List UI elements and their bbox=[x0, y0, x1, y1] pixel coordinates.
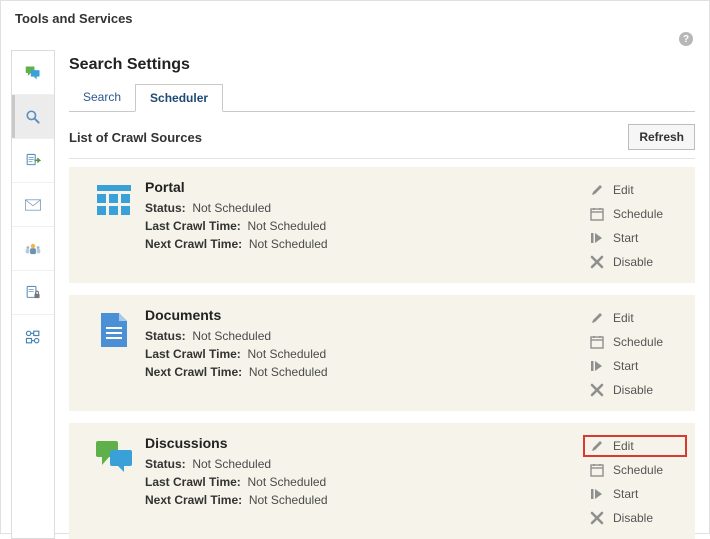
last-crawl-label: Last Crawl Time: bbox=[145, 347, 241, 361]
sidebar-item-search[interactable] bbox=[12, 95, 54, 139]
help-icon[interactable]: ? bbox=[679, 32, 693, 46]
divider bbox=[69, 158, 695, 159]
workflow-icon bbox=[25, 329, 41, 345]
schedule-action[interactable]: Schedule bbox=[585, 205, 685, 223]
schedule-icon bbox=[589, 206, 605, 222]
edit-label: Edit bbox=[613, 311, 634, 325]
disable-icon bbox=[589, 510, 605, 526]
sidebar-item-page-lock[interactable] bbox=[12, 271, 54, 315]
schedule-label: Schedule bbox=[613, 463, 663, 477]
edit-action[interactable]: Edit bbox=[585, 437, 685, 455]
refresh-button[interactable]: Refresh bbox=[628, 124, 695, 150]
pencil-icon bbox=[589, 310, 605, 326]
start-action[interactable]: Start bbox=[585, 229, 685, 247]
disable-label: Disable bbox=[613, 255, 653, 269]
tab-search[interactable]: Search bbox=[69, 84, 135, 111]
edit-label: Edit bbox=[613, 439, 634, 453]
source-name: Portal bbox=[145, 179, 585, 199]
start-label: Start bbox=[613, 231, 638, 245]
sidebar-item-mail[interactable] bbox=[12, 183, 54, 227]
document-export-icon bbox=[25, 153, 41, 169]
status-label: Status: bbox=[145, 329, 186, 343]
schedule-label: Schedule bbox=[613, 335, 663, 349]
next-crawl-value: Not Scheduled bbox=[249, 493, 328, 507]
start-label: Start bbox=[613, 359, 638, 373]
disable-icon bbox=[589, 382, 605, 398]
schedule-action[interactable]: Schedule bbox=[585, 461, 685, 479]
status-value: Not Scheduled bbox=[192, 457, 271, 471]
pencil-icon bbox=[589, 182, 605, 198]
sidebar-item-export[interactable] bbox=[12, 139, 54, 183]
edit-action[interactable]: Edit bbox=[585, 181, 685, 199]
search-icon bbox=[25, 109, 41, 125]
status-label: Status: bbox=[145, 201, 186, 215]
status-value: Not Scheduled bbox=[192, 201, 271, 215]
next-crawl-label: Next Crawl Time: bbox=[145, 493, 242, 507]
start-icon bbox=[589, 486, 605, 502]
page-lock-icon bbox=[25, 285, 41, 301]
crawl-source-card: Documents Status: Not Scheduled Last Cra… bbox=[69, 295, 695, 411]
sidebar-item-discussions[interactable] bbox=[12, 51, 54, 95]
status-label: Status: bbox=[145, 457, 186, 471]
crawl-source-card: Portal Status: Not Scheduled Last Crawl … bbox=[69, 167, 695, 283]
next-crawl-label: Next Crawl Time: bbox=[145, 365, 242, 379]
disable-action[interactable]: Disable bbox=[585, 381, 685, 399]
start-icon bbox=[589, 230, 605, 246]
source-name: Discussions bbox=[145, 435, 585, 455]
next-crawl-value: Not Scheduled bbox=[249, 365, 328, 379]
disable-label: Disable bbox=[613, 383, 653, 397]
mail-icon bbox=[25, 197, 41, 213]
edit-action[interactable]: Edit bbox=[585, 309, 685, 327]
start-action[interactable]: Start bbox=[585, 357, 685, 375]
source-name: Documents bbox=[145, 307, 585, 327]
edit-label: Edit bbox=[613, 183, 634, 197]
disable-action[interactable]: Disable bbox=[585, 253, 685, 271]
sidebar-item-people[interactable] bbox=[12, 227, 54, 271]
schedule-action[interactable]: Schedule bbox=[585, 333, 685, 351]
tab-scheduler[interactable]: Scheduler bbox=[135, 84, 223, 112]
page-title: Search Settings bbox=[69, 50, 695, 78]
last-crawl-value: Not Scheduled bbox=[247, 219, 326, 233]
people-icon bbox=[25, 241, 41, 257]
portal-icon bbox=[96, 183, 132, 220]
start-action[interactable]: Start bbox=[585, 485, 685, 503]
tab-bar: Search Scheduler bbox=[69, 84, 695, 112]
last-crawl-label: Last Crawl Time: bbox=[145, 475, 241, 489]
pencil-icon bbox=[589, 438, 605, 454]
last-crawl-value: Not Scheduled bbox=[247, 475, 326, 489]
disable-action[interactable]: Disable bbox=[585, 509, 685, 527]
schedule-icon bbox=[589, 462, 605, 478]
start-label: Start bbox=[613, 487, 638, 501]
schedule-label: Schedule bbox=[613, 207, 663, 221]
sidebar-item-workflow[interactable] bbox=[12, 315, 54, 359]
discussions-icon bbox=[94, 439, 134, 476]
sidebar bbox=[11, 50, 55, 539]
crawl-source-card: Discussions Status: Not Scheduled Last C… bbox=[69, 423, 695, 539]
page-header-title: Tools and Services bbox=[11, 9, 699, 32]
next-crawl-label: Next Crawl Time: bbox=[145, 237, 242, 251]
next-crawl-value: Not Scheduled bbox=[249, 237, 328, 251]
last-crawl-value: Not Scheduled bbox=[247, 347, 326, 361]
last-crawl-label: Last Crawl Time: bbox=[145, 219, 241, 233]
schedule-icon bbox=[589, 334, 605, 350]
documents-icon bbox=[99, 311, 129, 352]
status-value: Not Scheduled bbox=[192, 329, 271, 343]
start-icon bbox=[589, 358, 605, 374]
disable-icon bbox=[589, 254, 605, 270]
disable-label: Disable bbox=[613, 511, 653, 525]
list-title: List of Crawl Sources bbox=[69, 130, 202, 145]
discussions-icon bbox=[25, 65, 41, 81]
